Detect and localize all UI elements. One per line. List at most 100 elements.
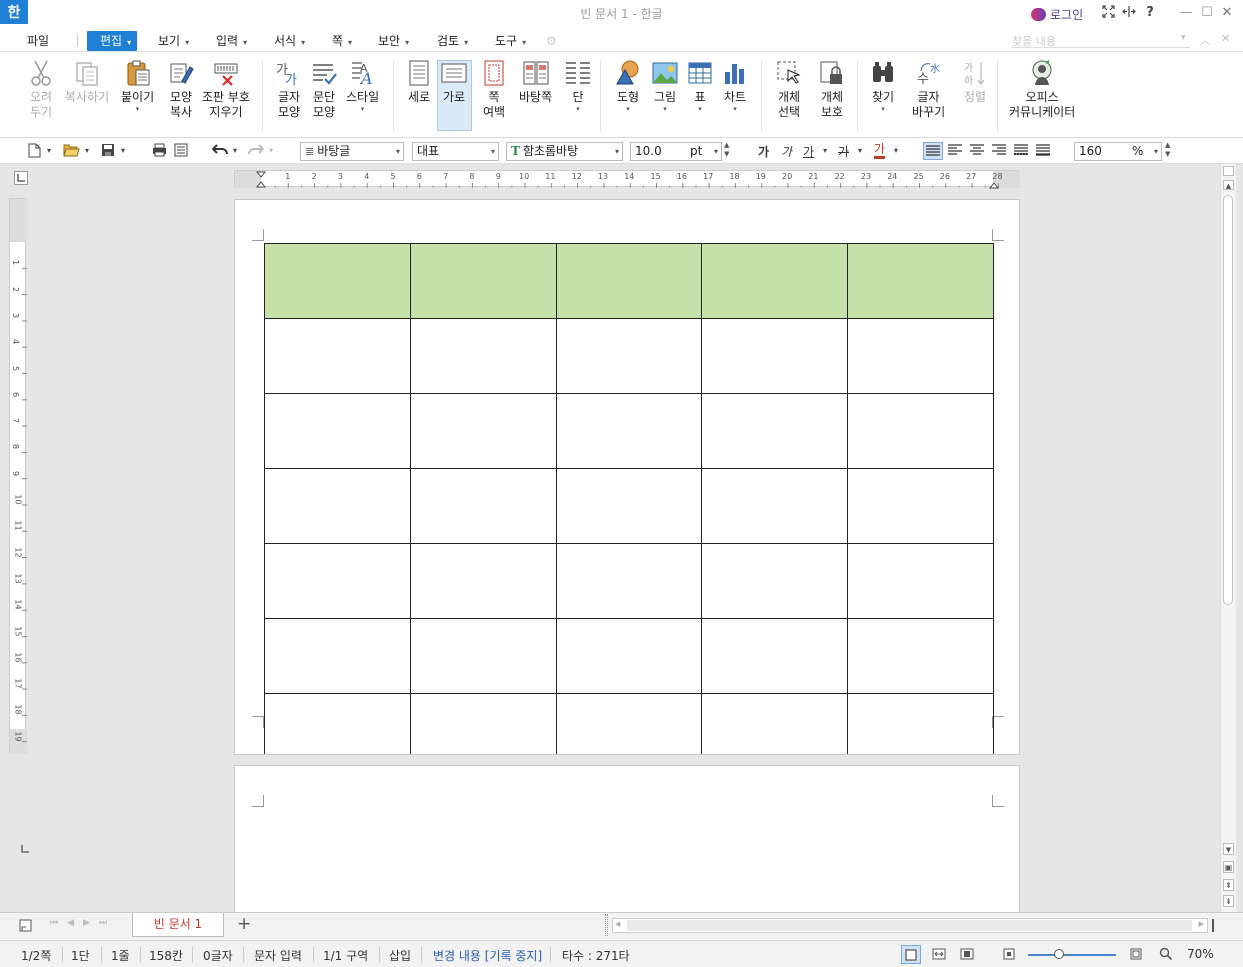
align-left-button[interactable] [948,144,962,159]
align-distribute-button[interactable] [1014,144,1028,159]
table-cell[interactable] [555,543,703,619]
status-input-mode[interactable]: 문자 입력 [254,947,302,964]
ruler-corner-tab-icon[interactable] [14,171,28,185]
tab-list-icon[interactable] [19,919,32,935]
redo-icon[interactable] [248,143,265,159]
menu-review[interactable]: 검토 ▾ [437,31,468,51]
table-button[interactable]: 표 ▾ [685,56,715,113]
chevron-up-icon[interactable]: ︿ [1200,32,1210,47]
style-button[interactable]: AA 스타일 ▾ [346,56,379,113]
align-divide-button[interactable] [1036,144,1050,159]
menu-page[interactable]: 쪽 ▾ [332,31,352,51]
vertical-scroll-thumb[interactable] [1223,195,1233,605]
menu-security[interactable]: 보안 ▾ [378,31,409,51]
align-right-button[interactable] [992,144,1006,159]
table-cell[interactable] [555,393,703,469]
status-zoom[interactable]: 70% [1187,947,1214,961]
menu-tools[interactable]: 도구 ▾ [495,31,526,51]
redo-dropdown-icon[interactable]: ▾ [269,146,273,155]
horizontal-scrollbar[interactable]: ◀ ▶ [612,918,1208,933]
table-cell[interactable] [555,318,703,394]
table-cell[interactable] [264,318,411,394]
table-header-cell[interactable] [555,243,703,319]
table-header-cell[interactable] [409,243,557,319]
zoom-spinner[interactable]: ▲ ▼ [1165,141,1170,159]
columns-button[interactable]: 단 ▾ [563,56,593,113]
table-header-cell[interactable] [847,243,994,319]
tab-document-1[interactable]: 빈 문서 1 [132,913,224,937]
document-page-2[interactable] [234,765,1020,915]
table-cell[interactable] [847,693,994,754]
style-dropdown-icon[interactable]: ▾ [361,105,365,113]
format-copy-button[interactable]: 모양 복사 [166,56,196,120]
menu-edit[interactable]: 편집 ▾ [87,31,138,51]
underline-button[interactable]: 가 [803,143,814,160]
table-cell[interactable] [701,318,849,394]
table-cell[interactable] [847,393,994,469]
document-table[interactable] [264,243,994,754]
print-icon[interactable] [152,143,167,160]
splitter-handle[interactable] [605,914,608,936]
vertical-ruler[interactable]: 1 2 3 4 5 6 7 8 9 10 11 12 13 14 15 16 17 18 19 [9,198,27,754]
open-folder-icon[interactable] [63,143,80,160]
table-header-cell[interactable] [264,243,411,319]
language-select[interactable]: 대표 ▾ [412,142,499,161]
table-cell[interactable] [264,543,411,619]
status-track-changes[interactable]: 변경 내용 [기록 중지] [433,947,542,964]
new-document-icon[interactable] [28,143,41,161]
horizontal-scroll-thumb[interactable] [627,920,1192,931]
underline-dropdown-icon[interactable]: ▾ [823,146,827,155]
menu-view[interactable]: 보기 ▾ [158,31,189,51]
login-button[interactable]: 로그인 [1031,6,1083,23]
table-cell[interactable] [409,393,557,469]
align-justify-button[interactable] [923,142,943,160]
portrait-button[interactable]: 세로 [404,56,434,105]
fullscreen-icon[interactable] [1101,5,1115,21]
cut-button[interactable]: 오려 두기 [26,56,56,120]
chart-dropdown-icon[interactable]: ▾ [733,105,737,113]
font-size-spinner[interactable]: ▲ ▼ [724,141,729,159]
para-shape-button[interactable]: 문단 모양 [309,56,339,120]
view-full-page-icon[interactable] [960,948,974,963]
zoom-slider-track[interactable] [1028,954,1116,956]
table-header-cell[interactable] [701,243,849,319]
close-ribbon-icon[interactable]: ✕ [1221,32,1230,45]
scroll-right-icon[interactable]: ▶ [1199,920,1204,928]
table-cell[interactable] [264,393,411,469]
scroll-up-icon[interactable]: ▲ [1223,180,1234,190]
strike-dropdown-icon[interactable]: ▾ [858,146,862,155]
next-page-icon[interactable]: ⇟ [1223,895,1234,907]
page-mode-icon[interactable]: ▣ [1223,861,1234,873]
preview-icon[interactable] [174,143,188,160]
replace-chars-button[interactable]: 수水 글자 바꾸기 [912,56,945,120]
zoom-select[interactable]: 160 % ▾ [1074,142,1162,161]
undo-dropdown-icon[interactable]: ▾ [233,146,237,155]
status-page[interactable]: 1/2쪽 [21,947,51,964]
bold-button[interactable]: 가 [758,143,769,160]
magnifier-icon[interactable] [1159,947,1173,964]
table-cell[interactable] [409,543,557,619]
menu-insert[interactable]: 입력 ▾ [216,31,247,51]
save-icon[interactable] [101,143,115,160]
paste-dropdown-icon[interactable]: ▾ [136,105,140,113]
table-cell[interactable] [409,318,557,394]
table-dropdown-icon[interactable]: ▾ [698,105,702,113]
table-cell[interactable] [264,618,411,694]
char-shape-button[interactable]: 가가 글자 모양 [274,56,304,120]
table-cell[interactable] [847,543,994,619]
maximize-icon[interactable]: ☐ [1200,5,1214,21]
margins-button[interactable]: 쪽 여백 [479,56,509,120]
italic-button[interactable]: 가 [781,143,792,160]
style-select[interactable]: ≣ 바탕글 ▾ [300,142,404,161]
add-tab-button[interactable]: + [237,914,251,934]
zoom-slider-thumb[interactable] [1054,949,1064,959]
split-icon[interactable] [1122,5,1136,21]
sort-button[interactable]: 가하 정렬 [960,56,990,105]
table-cell[interactable] [701,543,849,619]
background-page-button[interactable]: 바탕쪽 [519,56,552,105]
table-cell[interactable] [847,468,994,544]
help-icon[interactable]: ? [1143,5,1157,21]
font-color-dropdown-icon[interactable]: ▾ [894,146,898,155]
new-dropdown-icon[interactable]: ▾ [47,146,51,155]
table-cell[interactable] [555,693,703,754]
